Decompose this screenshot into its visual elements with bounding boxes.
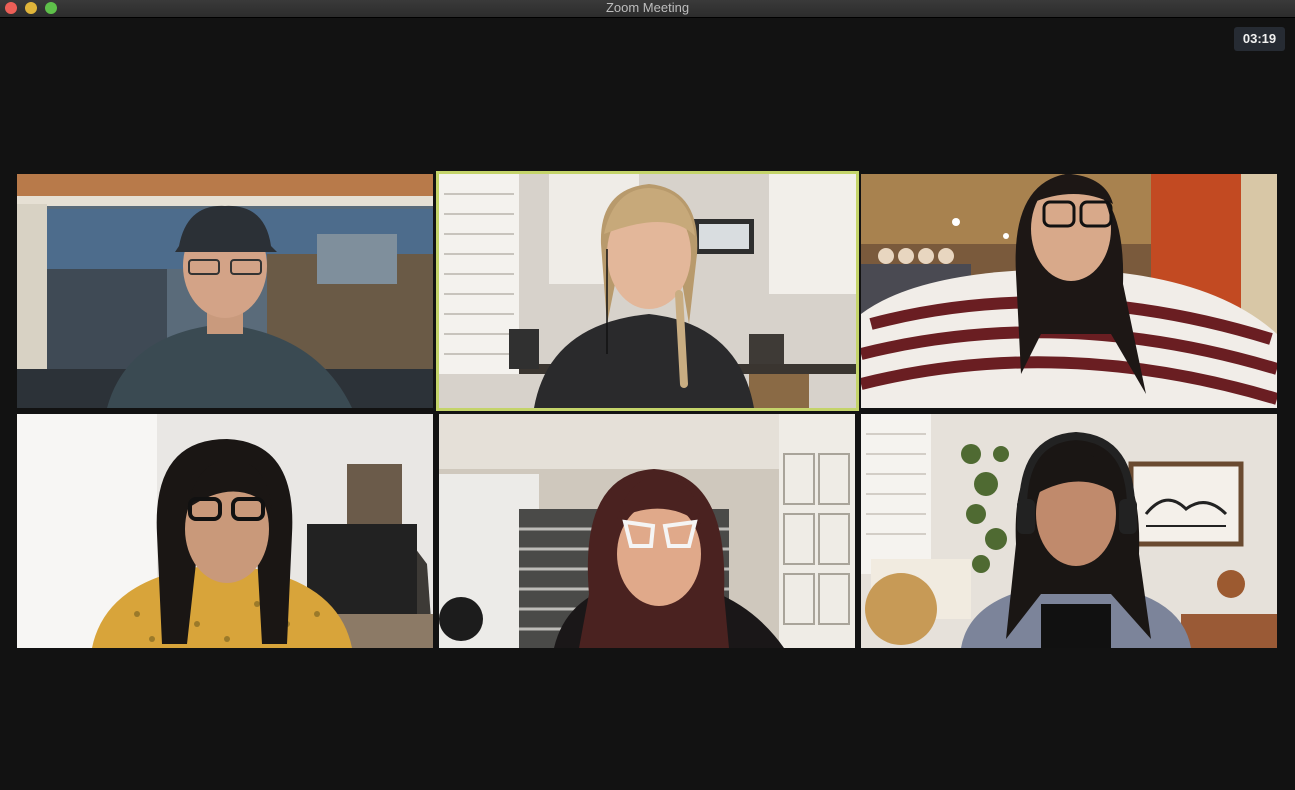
participant-video	[17, 414, 433, 648]
participant-video	[439, 174, 856, 408]
participant-video-tile[interactable]	[439, 414, 855, 648]
participant-video	[17, 174, 433, 408]
participant-video-tile[interactable]	[861, 174, 1277, 408]
window-titlebar: Zoom Meeting	[0, 0, 1295, 18]
participant-video-tile[interactable]	[17, 174, 433, 408]
participant-video	[439, 414, 855, 648]
participant-video	[861, 414, 1277, 648]
participant-video-tile[interactable]	[861, 414, 1277, 648]
meeting-timer: 03:19	[1234, 27, 1285, 51]
participant-video-tile[interactable]	[17, 414, 433, 648]
window-title: Zoom Meeting	[605, 0, 690, 15]
participant-video-tile-active-speaker[interactable]	[436, 171, 859, 411]
participant-video	[861, 174, 1277, 408]
